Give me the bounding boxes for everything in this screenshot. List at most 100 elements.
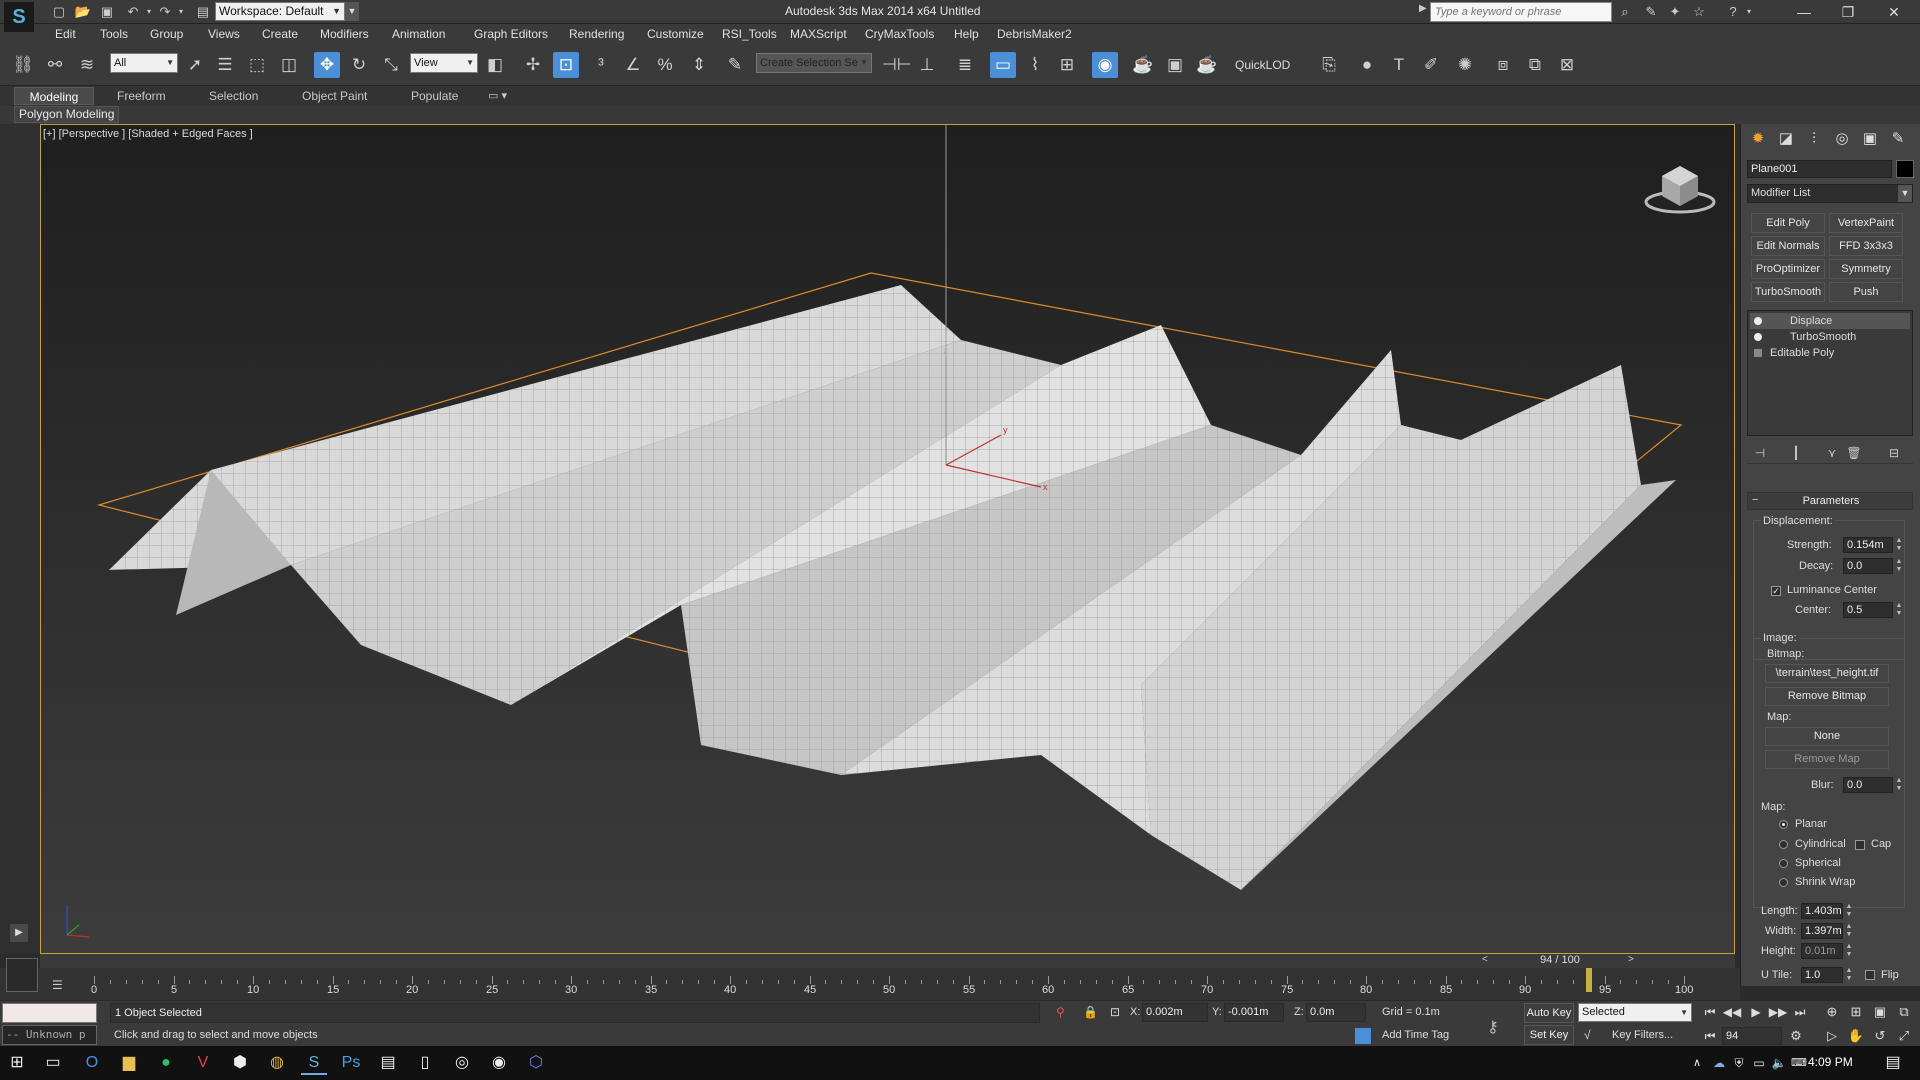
u-tile-spinner-icon[interactable]: ▲ ▼ (1845, 967, 1853, 983)
key-mode-toggle-icon[interactable]: ⏮ (1700, 1027, 1720, 1045)
plugin-tool-5-icon[interactable]: ✺ (1452, 52, 1478, 78)
play-icon[interactable]: ▶ (1746, 1003, 1766, 1021)
plugin-tool-3-icon[interactable]: T (1386, 52, 1412, 78)
tab-selection[interactable]: Selection (199, 87, 268, 105)
z-coordinate-field[interactable]: 0.0m (1306, 1003, 1366, 1022)
app-menu-logo[interactable]: S (4, 2, 34, 32)
menu-edit[interactable]: Edit (55, 27, 76, 41)
link-icon[interactable]: ⛓ (10, 52, 36, 78)
y-coordinate-field[interactable]: -0.001m (1224, 1003, 1284, 1022)
display-tab-icon[interactable]: ▣ (1859, 128, 1881, 150)
plugin-tool-1-icon[interactable]: ⎘ (1316, 52, 1342, 78)
min-max-toggle-icon[interactable]: ▶ (10, 924, 28, 942)
time-slider-prev-icon[interactable]: < (1482, 954, 1488, 965)
time-configuration-icon[interactable]: ⚙ (1786, 1027, 1806, 1045)
width-spinner-icon[interactable]: ▲ ▼ (1845, 923, 1853, 939)
menu-animation[interactable]: Animation (392, 27, 445, 41)
search-expand-icon[interactable]: ▶ (1419, 3, 1427, 14)
track-bar-filter-icon[interactable]: ☰ (52, 978, 63, 992)
remove-bitmap-button[interactable]: Remove Bitmap (1765, 687, 1889, 706)
edit-normals-button[interactable]: Edit Normals (1751, 236, 1825, 256)
object-color-swatch[interactable] (1896, 160, 1914, 178)
current-time-marker[interactable] (1586, 968, 1592, 992)
ffd-3x3x3-button[interactable]: FFD 3x3x3 (1829, 236, 1903, 256)
media-icon[interactable]: ◎ (449, 1051, 475, 1075)
push-button[interactable]: Push (1829, 282, 1903, 302)
plugin-tool-4-icon[interactable]: ✐ (1418, 52, 1444, 78)
bind-space-warp-icon[interactable]: ≋ (74, 52, 100, 78)
tab-populate[interactable]: Populate (401, 87, 468, 105)
key-mode-dropdown[interactable]: Selected ▼ (1578, 1003, 1692, 1022)
isolate-selection-icon[interactable]: ⚲ (1056, 1005, 1065, 1019)
save-file-icon[interactable]: ▣ (98, 3, 116, 21)
stack-item-editable-poly[interactable]: Editable Poly (1750, 345, 1910, 361)
width-field[interactable]: 1.397m (1801, 923, 1843, 939)
app-window-icon[interactable]: ▤ (375, 1051, 401, 1075)
viewcube[interactable] (1640, 158, 1720, 218)
zoom-all-icon[interactable]: ⊞ (1846, 1003, 1866, 1021)
maxscript-mini-listener-output[interactable]: -- Unknown p (2, 1025, 97, 1045)
angle-snap-icon[interactable]: ∠ (620, 52, 646, 78)
next-frame-icon[interactable]: ▶▶ (1768, 1003, 1788, 1021)
select-object-icon[interactable]: ➚ (182, 52, 208, 78)
field-of-view-icon[interactable]: ▷ (1822, 1027, 1842, 1045)
subscription-icon[interactable]: ✎ (1642, 3, 1660, 21)
render-setup-icon[interactable]: ☕ (1130, 52, 1156, 78)
cap-checkbox[interactable] (1855, 840, 1865, 850)
select-by-name-icon[interactable]: ☰ (212, 52, 238, 78)
prooptimizer-button[interactable]: ProOptimizer (1751, 259, 1825, 279)
height-field[interactable]: 0.01m (1801, 943, 1843, 959)
utilities-tab-icon[interactable]: ✎ (1887, 128, 1909, 150)
flip-checkbox[interactable] (1865, 970, 1875, 980)
app-icon[interactable]: ⬡ (523, 1051, 549, 1075)
x-coordinate-field[interactable]: 0.002m (1142, 1003, 1208, 1022)
windows-start-icon[interactable]: ⊞ (4, 1051, 30, 1075)
quicklod-label[interactable]: QuickLOD (1235, 58, 1290, 72)
plugin-tool-8-icon[interactable]: ⊠ (1554, 52, 1580, 78)
menu-views[interactable]: Views (208, 27, 240, 41)
new-file-icon[interactable]: ▢ (50, 3, 68, 21)
perspective-viewport[interactable]: z x y (40, 124, 1735, 954)
set-key-button[interactable]: Set Key (1524, 1025, 1574, 1045)
time-slider[interactable]: 94 / 100 (1498, 954, 1622, 967)
blur-spinner-icon[interactable]: ▲ ▼ (1895, 777, 1903, 793)
pivot-center-icon[interactable]: ◧ (482, 52, 508, 78)
go-to-start-icon[interactable]: ⏮ (1700, 1003, 1720, 1021)
selection-lock-icon[interactable]: 🔒 (1083, 1005, 1098, 1019)
spinner-snap-icon[interactable]: ⇕ (686, 52, 712, 78)
task-view-icon[interactable]: ▭ (40, 1051, 66, 1075)
project-folder-icon[interactable]: ▤ (194, 3, 212, 21)
key-icon[interactable]: ⚷ (1487, 1017, 1499, 1037)
favorites-star-icon[interactable]: ☆ (1690, 3, 1708, 21)
menu-modifiers[interactable]: Modifiers (320, 27, 369, 41)
binoculars-icon[interactable]: ⌕ (1616, 3, 1634, 21)
tab-modeling[interactable]: Modeling (14, 87, 94, 105)
pin-stack-icon[interactable]: ⊣ (1751, 444, 1769, 462)
percent-snap-icon[interactable]: % (652, 52, 678, 78)
show-end-result-icon[interactable]: ┃ (1787, 444, 1805, 462)
time-tag-icon[interactable] (1355, 1028, 1371, 1044)
selection-filter-dropdown[interactable]: All ▼ (110, 53, 178, 73)
configure-modifier-sets-icon[interactable]: ⊟ (1885, 444, 1903, 462)
decay-field[interactable]: 0.0 (1843, 558, 1893, 574)
remove-map-button[interactable]: Remove Map (1765, 750, 1889, 769)
key-filters-button[interactable]: Key Filters... (1612, 1025, 1692, 1045)
schematic-view-icon[interactable]: ⊞ (1054, 52, 1080, 78)
track-ruler[interactable]: 0 5 10 15 20 25 30 35 40 45 50 55 60 65 70 75 80 85 90 95 10… (91, 968, 1693, 1000)
file-explorer-icon[interactable]: ▆ (116, 1051, 142, 1075)
maximize-viewport-icon[interactable]: ⤢ (1894, 1027, 1914, 1045)
rendered-frame-window-icon[interactable]: ▣ (1162, 52, 1188, 78)
strength-field[interactable]: 0.154m (1843, 537, 1893, 553)
close-button[interactable]: ✕ (1874, 2, 1914, 22)
absolute-relative-toggle-icon[interactable]: ⊡ (1110, 1005, 1120, 1019)
u-tile-field[interactable]: 1.0 (1801, 967, 1843, 983)
cylindrical-radio[interactable] (1779, 840, 1788, 849)
modify-tab-icon[interactable]: ◪ (1775, 128, 1797, 150)
workspace-dropdown[interactable]: Workspace: Default ▼ (215, 2, 345, 21)
menu-rendering[interactable]: Rendering (569, 27, 624, 41)
unlink-icon[interactable]: ⚯ (42, 52, 68, 78)
map-button[interactable]: None (1765, 727, 1889, 746)
menu-debrismaker2[interactable]: DebrisMaker2 (997, 27, 1072, 41)
menu-customize[interactable]: Customize (647, 27, 704, 41)
bitmap-button[interactable]: \terrain\test_height.tif (1765, 664, 1889, 683)
